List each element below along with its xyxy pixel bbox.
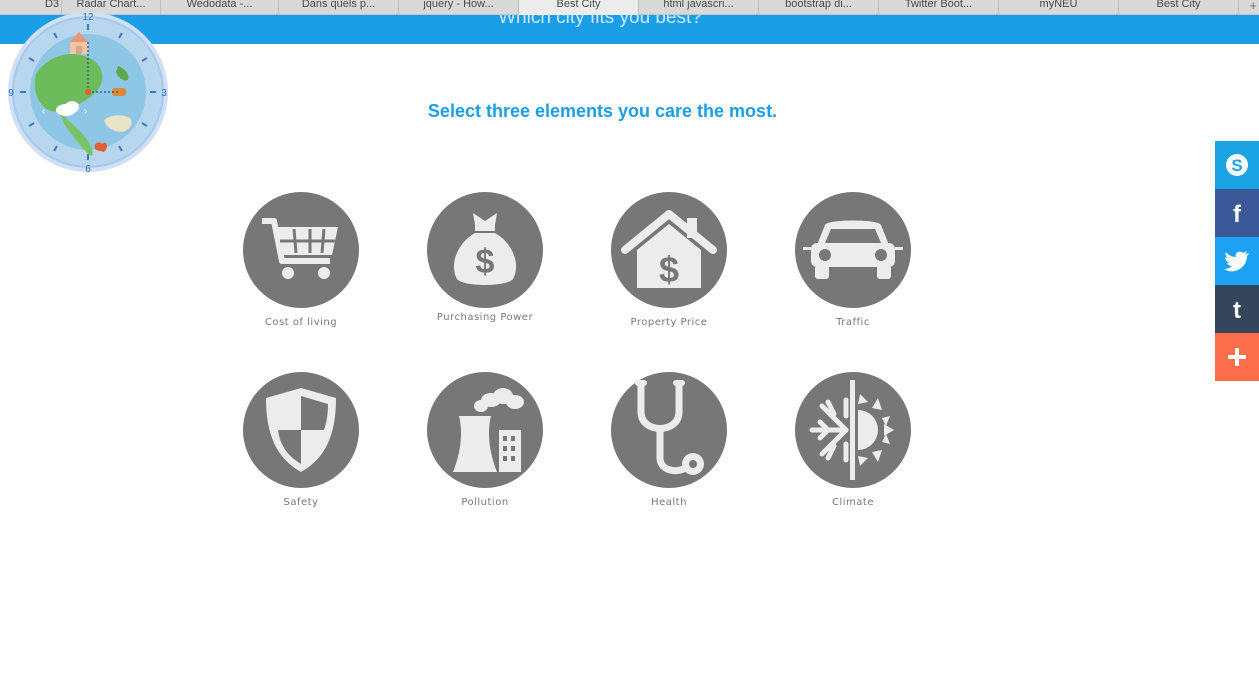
tab-wedodata[interactable]: Wedodata -... <box>161 0 279 15</box>
option-circle[interactable] <box>795 192 911 308</box>
option-label: Traffic <box>836 317 870 328</box>
option-circle[interactable]: $ <box>427 192 543 308</box>
clock-numeral-6: 6 <box>85 164 91 174</box>
shield-icon <box>266 388 336 472</box>
skype-share-button[interactable]: S <box>1215 141 1259 189</box>
svg-text:$: $ <box>476 243 495 281</box>
option-label: Property Price <box>630 317 708 328</box>
option-circle[interactable] <box>243 192 359 308</box>
option-purchasing-power[interactable]: $ Purchasing Power <box>415 192 555 323</box>
money-bag-icon: $ <box>453 213 517 285</box>
svg-text:S: S <box>1231 156 1242 175</box>
browser-tab-bar: D3 Radar Chart... Wedodata -... Dans que… <box>0 0 1259 15</box>
plus-icon <box>1228 348 1246 366</box>
option-label: Pollution <box>461 497 509 508</box>
new-tab-button[interactable]: + <box>1249 0 1257 13</box>
tab-dans-quels[interactable]: Dans quels p... <box>279 0 399 15</box>
svg-text:f: f <box>1233 201 1242 226</box>
option-cost-of-living[interactable]: Cost of living <box>231 192 371 328</box>
world-clock-widget: ‹ › 12 3 6 9 <box>8 12 168 174</box>
twitter-share-button[interactable] <box>1215 237 1259 285</box>
tumblr-share-button[interactable]: t <box>1215 285 1259 333</box>
more-share-button[interactable] <box>1215 333 1259 381</box>
tab-best-city-active[interactable]: Best City <box>519 0 639 15</box>
facebook-share-button[interactable]: f <box>1215 189 1259 237</box>
clock-numeral-9: 9 <box>8 88 14 99</box>
tumblr-icon: t <box>1233 297 1241 322</box>
option-climate[interactable]: Climate <box>783 372 923 508</box>
shopping-cart-icon <box>262 218 338 279</box>
clock-numeral-3: 3 <box>161 88 167 99</box>
option-health[interactable]: Health <box>599 372 739 508</box>
page-title: Which city fits you best? <box>498 15 702 28</box>
option-circle[interactable] <box>427 372 543 488</box>
tab-best-city[interactable]: Best City <box>1119 0 1239 15</box>
tab-html-javascript[interactable]: html javascri... <box>639 0 759 15</box>
car-icon <box>803 220 903 279</box>
stethoscope-icon <box>635 380 704 475</box>
tab-myneu[interactable]: myNEU <box>999 0 1119 15</box>
skype-icon: S <box>1226 154 1248 176</box>
option-label: Purchasing Power <box>436 312 534 323</box>
tab-bootstrap[interactable]: bootstrap di... <box>759 0 879 15</box>
option-label: Health <box>651 497 687 508</box>
option-circle[interactable] <box>611 372 727 488</box>
facebook-icon: f <box>1233 201 1242 226</box>
snow-sun-icon <box>809 380 894 480</box>
option-circle[interactable]: $ <box>611 192 727 308</box>
social-share-bar: S f t <box>1215 141 1259 381</box>
factory-icon <box>453 388 524 472</box>
option-traffic[interactable]: Traffic <box>783 192 923 328</box>
clock-numeral-12: 12 <box>82 12 94 23</box>
selection-prompt: Select three elements you care the most. <box>427 101 778 121</box>
option-safety[interactable]: Safety <box>231 372 371 508</box>
option-label: Safety <box>283 497 319 508</box>
svg-text:$: $ <box>659 249 679 290</box>
option-circle[interactable] <box>243 372 359 488</box>
car-marker <box>112 88 126 96</box>
option-property-price[interactable]: $ Property Price <box>599 192 739 328</box>
tab-jquery[interactable]: jquery - How... <box>399 0 519 15</box>
option-label: Climate <box>832 497 874 508</box>
twitter-icon <box>1224 251 1249 272</box>
tab-twitter-bootstrap[interactable]: Twitter Boot... <box>879 0 999 15</box>
option-circle[interactable] <box>795 372 911 488</box>
house-dollar-icon: $ <box>621 210 717 290</box>
svg-text:t: t <box>1233 297 1241 322</box>
page-header: Which city fits you best? <box>0 15 1259 44</box>
option-label: Cost of living <box>264 317 338 328</box>
option-pollution[interactable]: Pollution <box>415 372 555 508</box>
clock-center <box>85 89 91 95</box>
